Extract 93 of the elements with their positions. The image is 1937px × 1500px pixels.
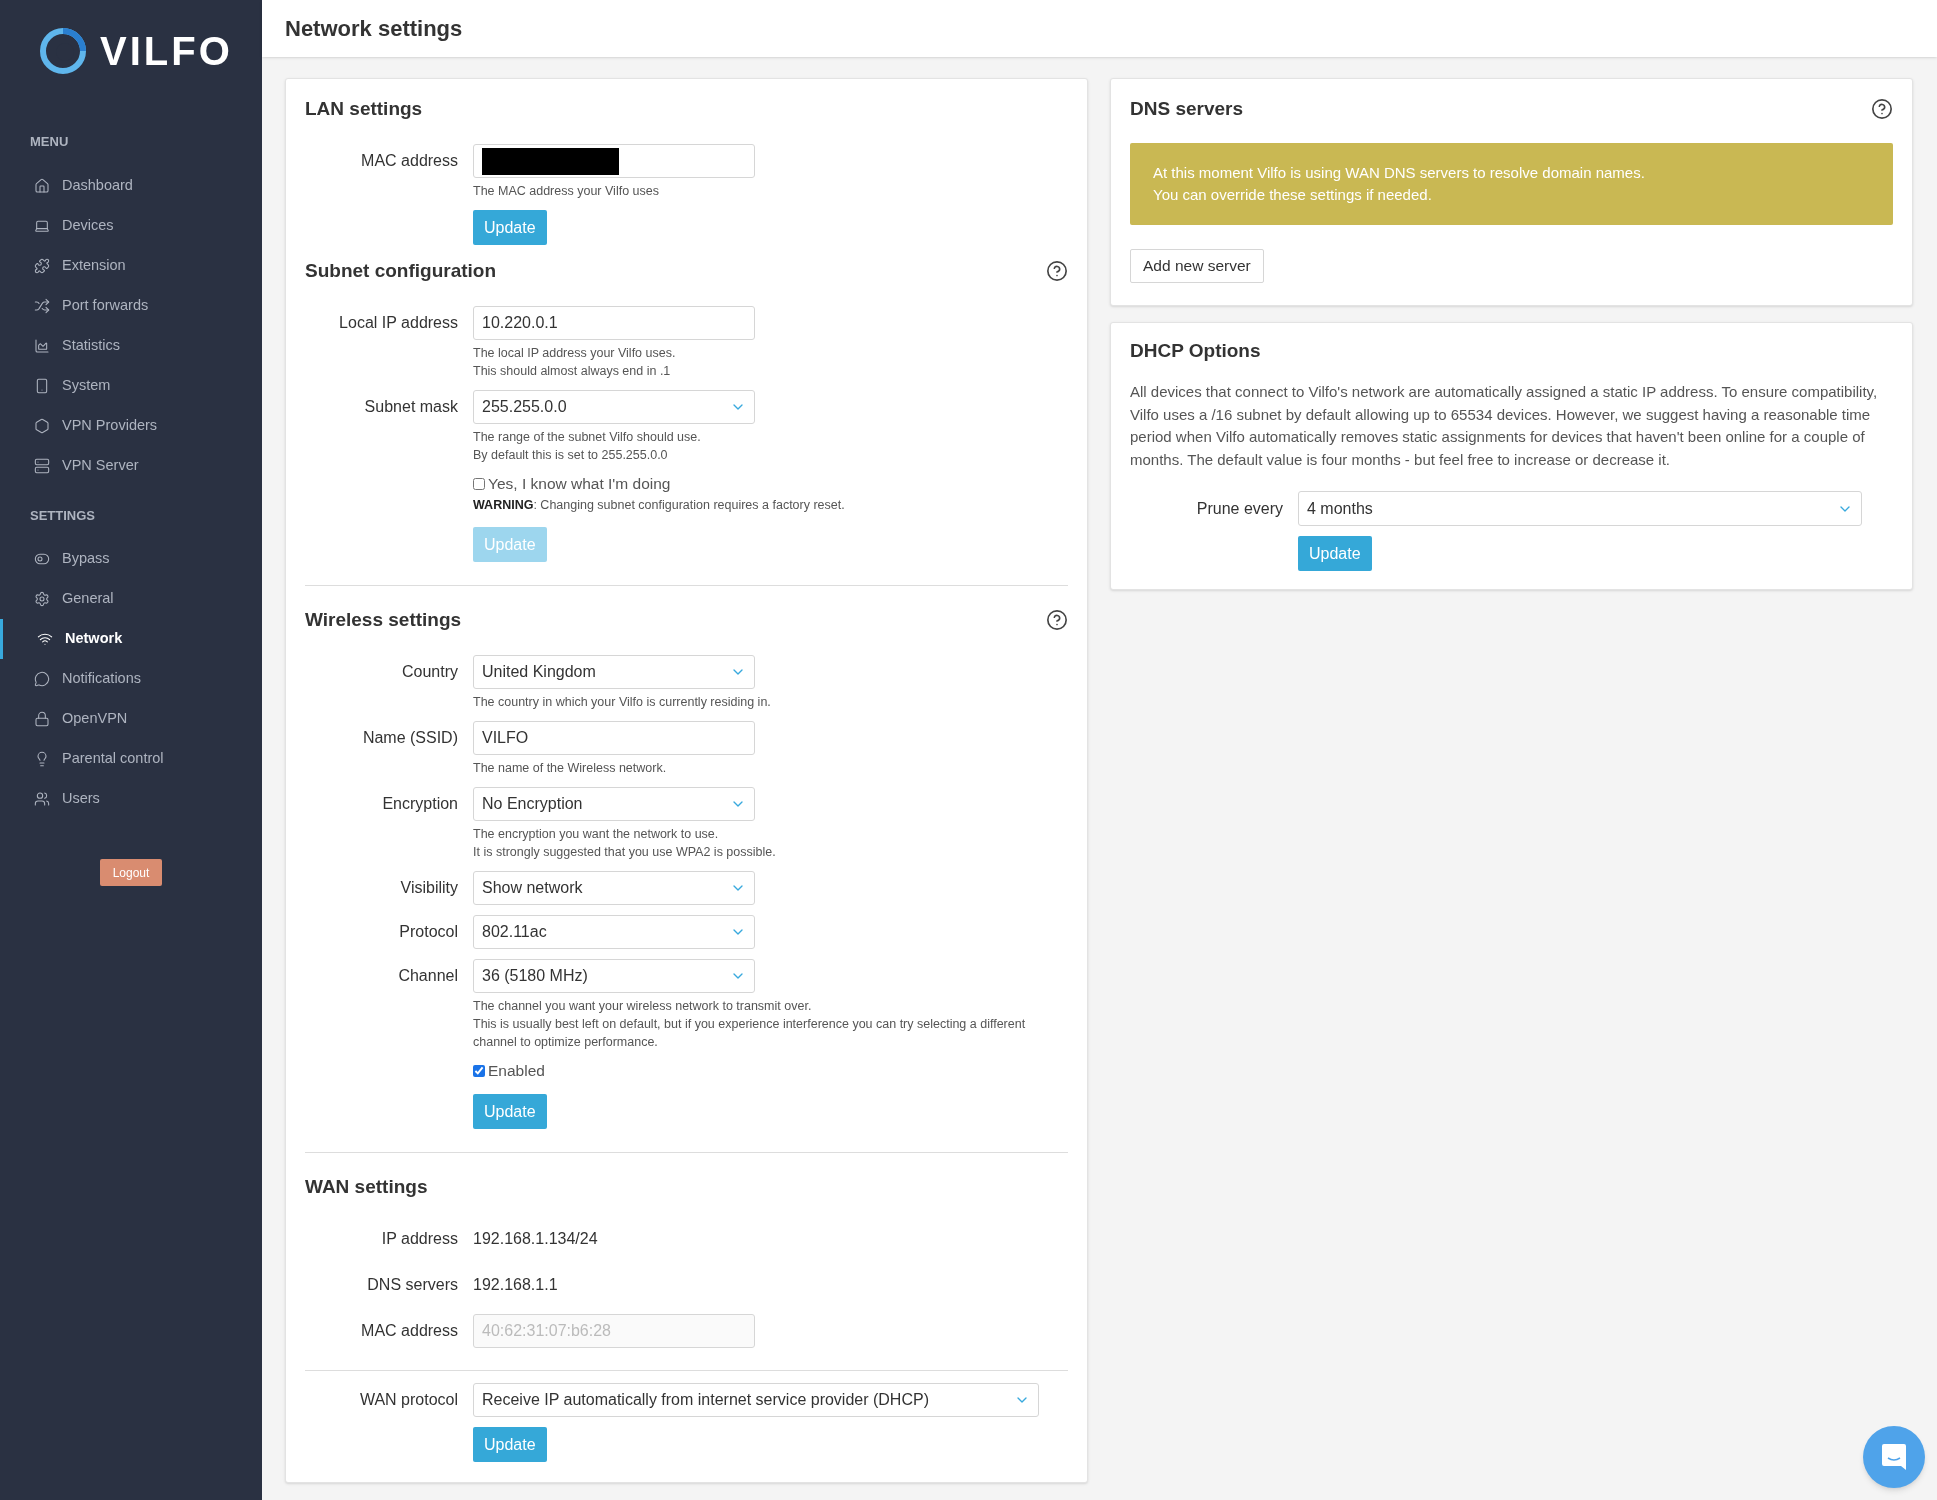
speech-bubble-icon — [34, 671, 50, 687]
section-title: WAN settings — [305, 1175, 428, 1199]
logo-icon — [40, 28, 86, 74]
text-field[interactable] — [473, 144, 755, 178]
lightbulb-icon — [34, 751, 50, 767]
section-title: Wireless settings — [305, 608, 462, 632]
alert-text: You can override these settings if needed. — [1153, 185, 1433, 205]
sidebar-item[interactable]: Port forwards — [0, 285, 262, 326]
sidebar-item[interactable]: VPN Server — [0, 445, 262, 486]
sidebar-item[interactable]: Extension — [0, 245, 262, 286]
section-title: DNS servers — [1130, 97, 1244, 121]
field-label: Encryption — [382, 794, 458, 814]
sidebar-item[interactable]: Bypass — [0, 539, 262, 579]
hexagon-icon — [34, 417, 50, 434]
dropdown[interactable]: Receive IP automatically from internet service provider (DHCP) — [473, 1383, 1039, 1417]
dropdown[interactable]: United Kingdom — [473, 655, 755, 689]
sidebar-heading: MENU — [29, 133, 70, 151]
value-text: 192.168.1.1 — [473, 1275, 558, 1295]
help-icon[interactable] — [1046, 260, 1068, 282]
field-label: Visibility — [400, 878, 458, 898]
toggle-icon — [34, 551, 50, 567]
page-title: Network settings — [285, 15, 463, 43]
help-text: This should almost always end in .1 — [473, 363, 672, 380]
help-text: channel to optimize performance. — [473, 1034, 659, 1051]
dropdown[interactable]: No Encryption — [473, 787, 755, 821]
sidebar-item[interactable]: Dashboard — [0, 165, 262, 206]
lock-icon — [34, 711, 50, 727]
sidebar-item[interactable]: Devices — [0, 205, 262, 246]
help-text: The country in which your Vilfo is currently residing in. — [473, 694, 771, 711]
field-label: Prune every — [1196, 498, 1283, 519]
section-title: DHCP Options — [1130, 339, 1262, 363]
help-text: This is usually best left on default, but if you experience interference you can try selecting a different — [473, 1016, 1026, 1033]
help-icon[interactable] — [1046, 609, 1068, 631]
field-label: MAC address — [361, 151, 458, 171]
value-text: 192.168.1.134/24 — [473, 1229, 598, 1249]
field-label: Protocol — [399, 922, 458, 942]
help-text: By default this is set to 255.255.0.0 — [473, 447, 669, 464]
help-text: The local IP address your Vilfo uses. — [473, 345, 677, 362]
checkbox-label[interactable]: Enabled — [473, 1061, 545, 1081]
field-label: Channel — [398, 966, 458, 986]
area-chart-icon — [34, 337, 50, 354]
sidebar-item[interactable]: Parental control — [0, 739, 262, 779]
section-title: Subnet configuration — [305, 259, 497, 283]
help-text: The channel you want your wireless network to transmit over. — [473, 998, 813, 1015]
field-label: DNS servers — [367, 1275, 458, 1295]
wifi-icon — [37, 631, 53, 647]
section-title: LAN settings — [305, 97, 423, 121]
dropdown[interactable]: 4 months — [1298, 491, 1862, 526]
sidebar-item[interactable]: System — [0, 365, 262, 406]
help-text: The name of the Wireless network. — [473, 760, 668, 777]
field-label: Local IP address — [339, 313, 458, 333]
chat-button[interactable] — [1863, 1426, 1925, 1488]
dropdown[interactable]: 36 (5180 MHz) — [473, 959, 755, 993]
checkbox[interactable] — [473, 1065, 485, 1077]
text-field[interactable]: VILFO — [473, 721, 755, 755]
checkbox-label[interactable]: Yes, I know what I'm doing — [473, 474, 845, 494]
sidebar-heading: SETTINGS — [29, 506, 96, 525]
field-label: WAN protocol — [359, 1390, 458, 1410]
help-text: The encryption you want the network to use. — [473, 826, 720, 843]
dropdown[interactable]: 802.11ac — [473, 915, 755, 949]
field-label: Subnet mask — [364, 397, 458, 417]
logo-text: VILFO — [100, 31, 233, 71]
sidebar-item[interactable]: Statistics — [0, 325, 262, 366]
alert-text: At this moment Vilfo is using WAN DNS servers to resolve domain names. — [1153, 163, 1646, 183]
chat-icon — [1881, 1443, 1907, 1471]
field-label: Country — [401, 662, 458, 682]
warning-text: WARNING: Changing subnet configuration requires a factory reset. — [473, 497, 845, 514]
field-label: MAC address — [361, 1321, 458, 1341]
description-text: All devices that connect to Vilfo's network are automatically assigned a static IP address. To ensure compatibility, Vilfo uses a /16 subnet by default allowing up to 65534 devices. However, we suggest having a reasonable time period when Vilfo automatically removes static assignments for devices that haven't been online for a couple of months. The default value is four months - but feel free to increase or decrease it. — [1130, 382, 1879, 470]
settings-icon — [34, 591, 50, 607]
shuffle-icon — [34, 297, 50, 314]
sidebar-item[interactable]: Notifications — [0, 659, 262, 699]
field-label: IP address — [381, 1229, 458, 1249]
server-icon — [34, 457, 50, 474]
help-text: The range of the subnet Vilfo should use. — [473, 429, 702, 446]
sidebar-item[interactable]: General — [0, 579, 262, 619]
field-label: Name (SSID) — [362, 728, 458, 748]
add-server-button[interactable]: Add new server — [1130, 249, 1264, 283]
sidebar-item[interactable]: VPN Providers — [0, 405, 262, 446]
sidebar-item[interactable]: Network — [0, 619, 262, 659]
help-icon[interactable] — [1871, 98, 1893, 120]
checkbox[interactable] — [473, 478, 485, 490]
house-icon — [34, 177, 50, 194]
sidebar-item[interactable]: Users — [0, 779, 262, 819]
dropdown[interactable]: 255.255.0.0 — [473, 390, 755, 424]
help-text: It is strongly suggested that you use WPA2 is possible. — [473, 844, 776, 861]
users-icon — [34, 791, 50, 807]
device-icon — [34, 377, 50, 394]
dropdown[interactable]: Show network — [473, 871, 755, 905]
sidebar-item[interactable]: OpenVPN — [0, 699, 262, 739]
puzzle-icon — [34, 257, 50, 274]
text-field[interactable]: 10.220.0.1 — [473, 306, 755, 340]
help-text: The MAC address your Vilfo uses — [473, 183, 660, 200]
